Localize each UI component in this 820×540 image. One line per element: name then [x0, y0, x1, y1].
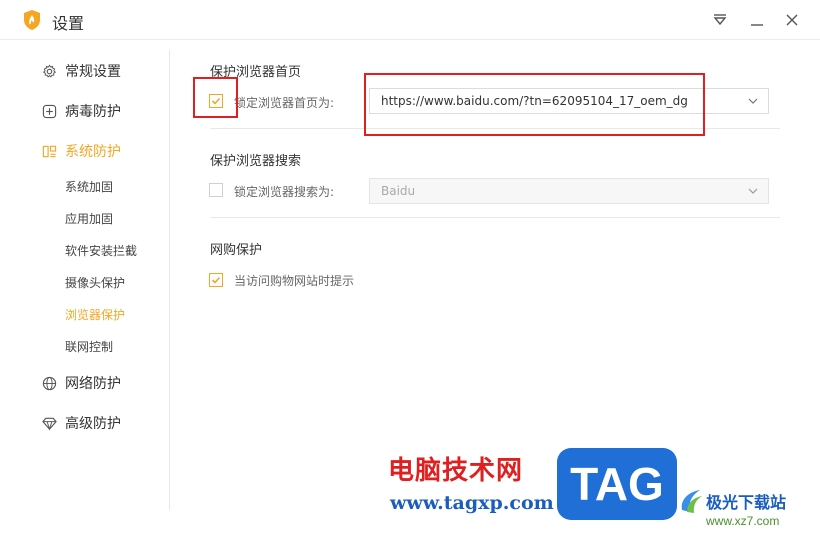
close-icon — [786, 14, 798, 26]
search-engine-select[interactable]: Baidu — [369, 178, 769, 204]
sidebar-item-system[interactable]: 系统防护 — [42, 140, 121, 162]
shield-flame-logo-icon — [24, 10, 40, 30]
sidebar-item-virus[interactable]: 病毒防护 — [42, 100, 121, 122]
sidebar-item-label: 网络防护 — [65, 376, 121, 392]
plus-shield-icon — [42, 104, 57, 118]
sub-item-app-hardening[interactable]: 应用加固 — [65, 210, 113, 227]
sub-item-camera-protection[interactable]: 摄像头保护 — [65, 274, 125, 291]
section-divider — [210, 217, 780, 218]
chevron-down-icon — [748, 188, 758, 194]
dropdown-menu-icon — [713, 14, 727, 26]
title-bar: 设置 — [0, 0, 820, 40]
globe-icon — [42, 376, 57, 390]
lock-search-checkbox[interactable] — [209, 183, 223, 197]
sub-item-network-control[interactable]: 联网控制 — [65, 338, 113, 355]
system-grid-icon — [42, 145, 57, 157]
minimize-button[interactable] — [745, 8, 769, 32]
shopping-section-title: 网购保护 — [210, 243, 263, 258]
watermark-site-url: www.tagxp.com — [390, 492, 554, 514]
sub-item-browser-protection[interactable]: 浏览器保护 — [65, 306, 125, 323]
minimize-icon — [751, 24, 763, 26]
shopping-alert-label: 当访问购物网站时提示 — [234, 274, 355, 288]
checkmark-icon — [211, 276, 221, 284]
lock-search-label: 锁定浏览器搜索为: — [234, 185, 335, 199]
gear-icon — [42, 64, 57, 78]
sidebar-item-label: 常规设置 — [65, 64, 121, 80]
download-site-url: www.xz7.com — [706, 514, 780, 528]
sub-item-install-block[interactable]: 软件安装拦截 — [65, 242, 137, 259]
shopping-alert-checkbox[interactable] — [209, 273, 223, 287]
sidebar-item-label: 高级防护 — [65, 416, 121, 432]
sidebar-item-general[interactable]: 常规设置 — [42, 60, 121, 82]
search-section-title: 保护浏览器搜索 — [210, 154, 302, 169]
watermark-site-name: 电脑技术网 — [388, 456, 524, 486]
sidebar-item-advanced[interactable]: 高级防护 — [42, 412, 121, 434]
sub-item-system-hardening[interactable]: 系统加固 — [65, 178, 113, 195]
tag-badge-logo: TAG — [557, 448, 677, 520]
search-engine-value: Baidu — [381, 184, 416, 198]
window-title: 设置 — [52, 14, 85, 33]
download-site-name: 极光下载站 — [706, 493, 787, 512]
sidebar-item-label: 系统防护 — [65, 144, 121, 160]
sidebar-divider — [169, 50, 170, 510]
url-highlight-box — [364, 73, 705, 136]
sidebar-item-label: 病毒防护 — [65, 104, 121, 120]
lock-homepage-label: 锁定浏览器首页为: — [234, 96, 335, 110]
aurora-logo-icon — [681, 490, 702, 513]
chevron-down-icon — [748, 98, 758, 104]
checkbox-highlight-box — [193, 77, 238, 118]
close-button[interactable] — [780, 8, 804, 32]
menu-dropdown-button[interactable] — [708, 8, 732, 32]
sidebar-item-network[interactable]: 网络防护 — [42, 372, 121, 394]
diamond-icon — [42, 417, 57, 431]
